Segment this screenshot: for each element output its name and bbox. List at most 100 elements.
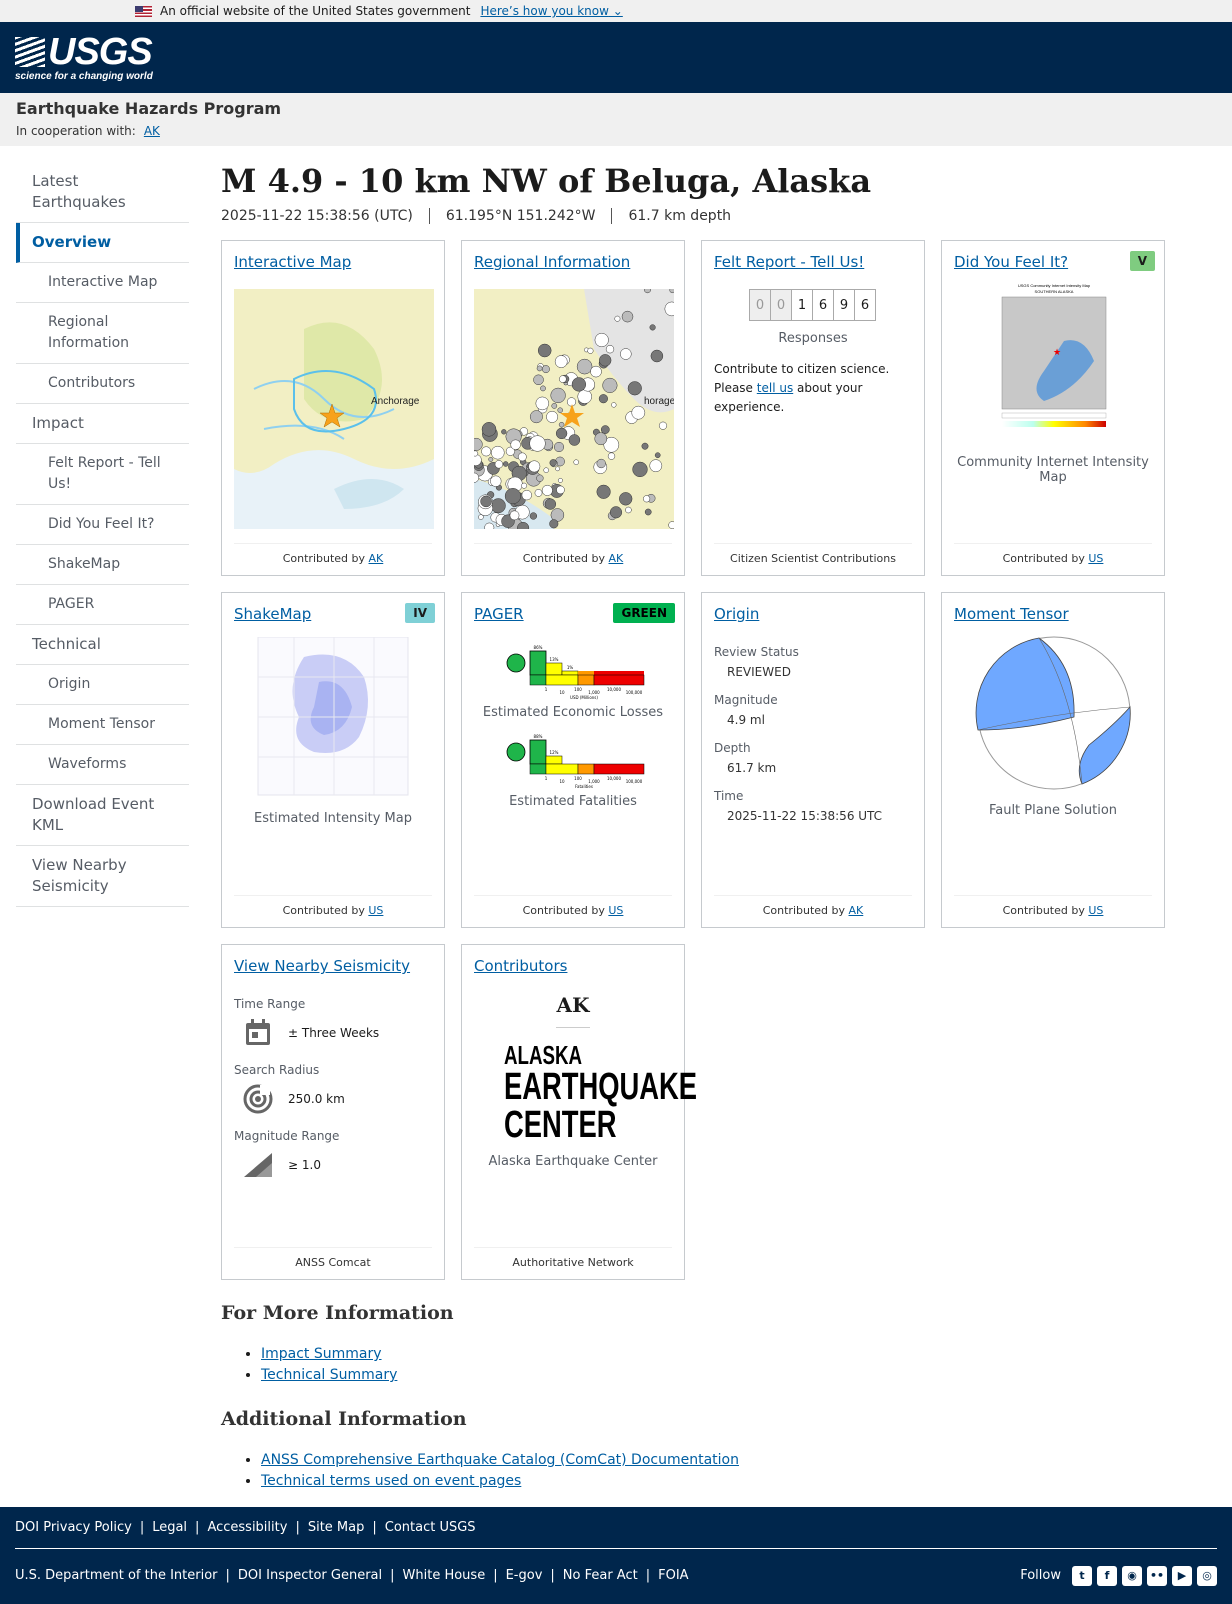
facebook-icon[interactable]: f xyxy=(1097,1565,1117,1586)
footer-link[interactable]: FOIA xyxy=(658,1568,688,1583)
usgs-logo[interactable]: USGS science for a changing world xyxy=(15,33,153,82)
card-interactive-map: Interactive Map Anchorage Contributed by… xyxy=(221,240,445,576)
pager-alert-badge: GREEN xyxy=(613,603,675,623)
flickr-icon[interactable]: •• xyxy=(1147,1565,1167,1586)
earthquake-marker xyxy=(631,405,646,420)
time-range-row: ± Three Weeks xyxy=(242,1017,432,1049)
comcat-docs-link[interactable]: ANSS Comprehensive Earthquake Catalog (C… xyxy=(261,1452,739,1468)
nearby-seismicity-link[interactable]: View Nearby Seismicity xyxy=(234,957,432,975)
earthquake-marker xyxy=(594,332,609,348)
svg-text:1: 1 xyxy=(545,776,548,781)
earthquake-marker xyxy=(650,349,664,363)
sidebar-item-contributors[interactable]: Contributors xyxy=(16,364,189,404)
shakemap-thumbnail[interactable] xyxy=(234,636,434,797)
sidebar-item-origin[interactable]: Origin xyxy=(16,665,189,705)
card-felt-report: Felt Report - Tell Us! 001696 Responses … xyxy=(701,240,925,576)
earthquake-marker xyxy=(658,421,668,430)
interactive-map-thumbnail[interactable]: Anchorage xyxy=(234,289,434,529)
technical-summary-link[interactable]: Technical Summary xyxy=(261,1367,397,1383)
beachball-diagram[interactable] xyxy=(954,635,1154,795)
footer-link[interactable]: DOI Inspector General xyxy=(238,1568,382,1583)
earthquake-marker xyxy=(481,422,497,437)
magnitude-range-label: Magnitude Range xyxy=(234,1129,340,1143)
sidebar-item-technical[interactable]: Technical xyxy=(16,625,189,665)
footer-link[interactable]: No Fear Act xyxy=(563,1568,638,1583)
additional-info-heading: Additional Information xyxy=(221,1408,467,1430)
felt-report-link[interactable]: Felt Report - Tell Us! xyxy=(714,253,912,271)
footer-link[interactable]: E-gov xyxy=(506,1568,543,1583)
youtube-icon[interactable]: ▶ xyxy=(1172,1565,1192,1586)
sidebar-item-regional-information[interactable]: Regional Information xyxy=(16,303,189,364)
event-title: M 4.9 - 10 km NW of Beluga, Alaska xyxy=(221,162,872,200)
technical-terms-link[interactable]: Technical terms used on event pages xyxy=(261,1473,521,1489)
earthquake-marker xyxy=(644,286,651,294)
interactive-map-link[interactable]: Interactive Map xyxy=(234,253,432,271)
footer-separator: | xyxy=(195,1520,200,1535)
svg-text:86%: 86% xyxy=(534,645,543,650)
footer-link[interactable]: Accessibility xyxy=(207,1520,287,1535)
sidebar-item-impact[interactable]: Impact xyxy=(16,404,189,444)
sidebar-item-shakemap[interactable]: ShakeMap xyxy=(16,545,189,585)
earthquake-marker xyxy=(504,488,521,505)
footer-link[interactable]: White House xyxy=(403,1568,486,1583)
github-icon[interactable]: ◉ xyxy=(1122,1565,1142,1586)
earthquake-marker xyxy=(566,397,577,407)
footer-separator: | xyxy=(390,1568,395,1583)
how-you-know-link[interactable]: Here’s how you know ⌄ xyxy=(480,4,622,18)
sidebar-item-moment-tensor[interactable]: Moment Tensor xyxy=(16,705,189,745)
svg-text:Anchorage: Anchorage xyxy=(371,396,420,407)
footer-separator: | xyxy=(550,1568,555,1583)
sidebar-item-felt-report-tell-us[interactable]: Felt Report - Tell Us! xyxy=(16,444,189,505)
sidebar-item-latest-earthquakes[interactable]: Latest Earthquakes xyxy=(16,162,189,223)
footer-link[interactable]: DOI Privacy Policy xyxy=(15,1520,132,1535)
footer-link[interactable]: Site Map xyxy=(308,1520,365,1535)
footer-link[interactable]: U.S. Department of the Interior xyxy=(15,1568,218,1583)
earthquake-marker xyxy=(576,358,593,375)
follow-links: Follow t f ◉ •• ▶ ◎ xyxy=(1020,1565,1217,1586)
instagram-icon[interactable]: ◎ xyxy=(1197,1565,1217,1586)
footer-link[interactable]: Legal xyxy=(152,1520,187,1535)
dyfi-map-thumbnail[interactable]: USGS Community Internet Intensity Map SO… xyxy=(954,281,1154,441)
svg-text:100,000: 100,000 xyxy=(626,690,643,695)
event-depth: 61.7 km depth xyxy=(611,208,747,224)
pager-fatalities-chart[interactable]: 88% 12% 1 10 100 1,000 10,000 100,000 Fa… xyxy=(474,730,674,790)
dyfi-link[interactable]: Did You Feel It? xyxy=(954,253,1152,271)
list-item: Technical Summary xyxy=(261,1365,1211,1386)
twitter-icon[interactable]: t xyxy=(1072,1565,1092,1586)
svg-text:SOUTHERN ALASKA: SOUTHERN ALASKA xyxy=(1035,289,1074,294)
earthquake-marker xyxy=(557,407,563,413)
coop-link-ak[interactable]: AK xyxy=(144,124,160,138)
earthquake-marker xyxy=(559,375,567,383)
footer-separator: | xyxy=(645,1568,651,1583)
shakemap-link[interactable]: ShakeMap xyxy=(234,605,432,623)
sidebar-item-pager[interactable]: PAGER xyxy=(16,585,189,625)
earthquake-marker xyxy=(553,441,565,453)
earthquake-marker xyxy=(537,343,552,358)
moment-tensor-link[interactable]: Moment Tensor xyxy=(954,605,1152,623)
impact-summary-link[interactable]: Impact Summary xyxy=(261,1346,382,1362)
sidebar-item-view-nearby-seismicity[interactable]: View Nearby Seismicity xyxy=(16,846,189,907)
earthquake-marker xyxy=(598,394,608,404)
footer-link[interactable]: Contact USGS xyxy=(385,1520,476,1535)
earthquake-marker xyxy=(554,355,568,368)
felt-report-text: Contribute to citizen science. Please te… xyxy=(714,362,890,414)
regional-map-thumbnail[interactable]: horage xyxy=(468,286,680,535)
tell-us-link[interactable]: tell us xyxy=(757,381,793,395)
alaska-earthquake-center-logo[interactable]: ALASKA EARTHQUAKE CENTER xyxy=(504,1042,697,1144)
contributors-link[interactable]: Contributors xyxy=(474,957,672,975)
radius-icon xyxy=(243,1084,273,1114)
sidebar-item-did-you-feel-it[interactable]: Did You Feel It? xyxy=(16,505,189,545)
svg-text:USD (Millions): USD (Millions) xyxy=(570,695,598,700)
earthquake-marker xyxy=(490,475,502,487)
sidebar-item-download-event-kml[interactable]: Download Event KML xyxy=(16,785,189,846)
origin-link[interactable]: Origin xyxy=(714,605,912,623)
more-info-list: Impact Summary Technical Summary xyxy=(261,1344,1211,1386)
sidebar-item-waveforms[interactable]: Waveforms xyxy=(16,745,189,785)
usgs-waves-icon xyxy=(15,37,45,67)
sidebar-item-interactive-map[interactable]: Interactive Map xyxy=(16,263,189,303)
sidebar-item-overview[interactable]: Overview xyxy=(16,223,189,263)
site-header: USGS science for a changing world xyxy=(0,22,1232,93)
earthquake-marker xyxy=(550,387,566,404)
regional-information-link[interactable]: Regional Information xyxy=(474,253,672,271)
pager-losses-chart[interactable]: 86% 13% 1% 1 10 100 1,000 10,000 100,000… xyxy=(474,641,674,701)
